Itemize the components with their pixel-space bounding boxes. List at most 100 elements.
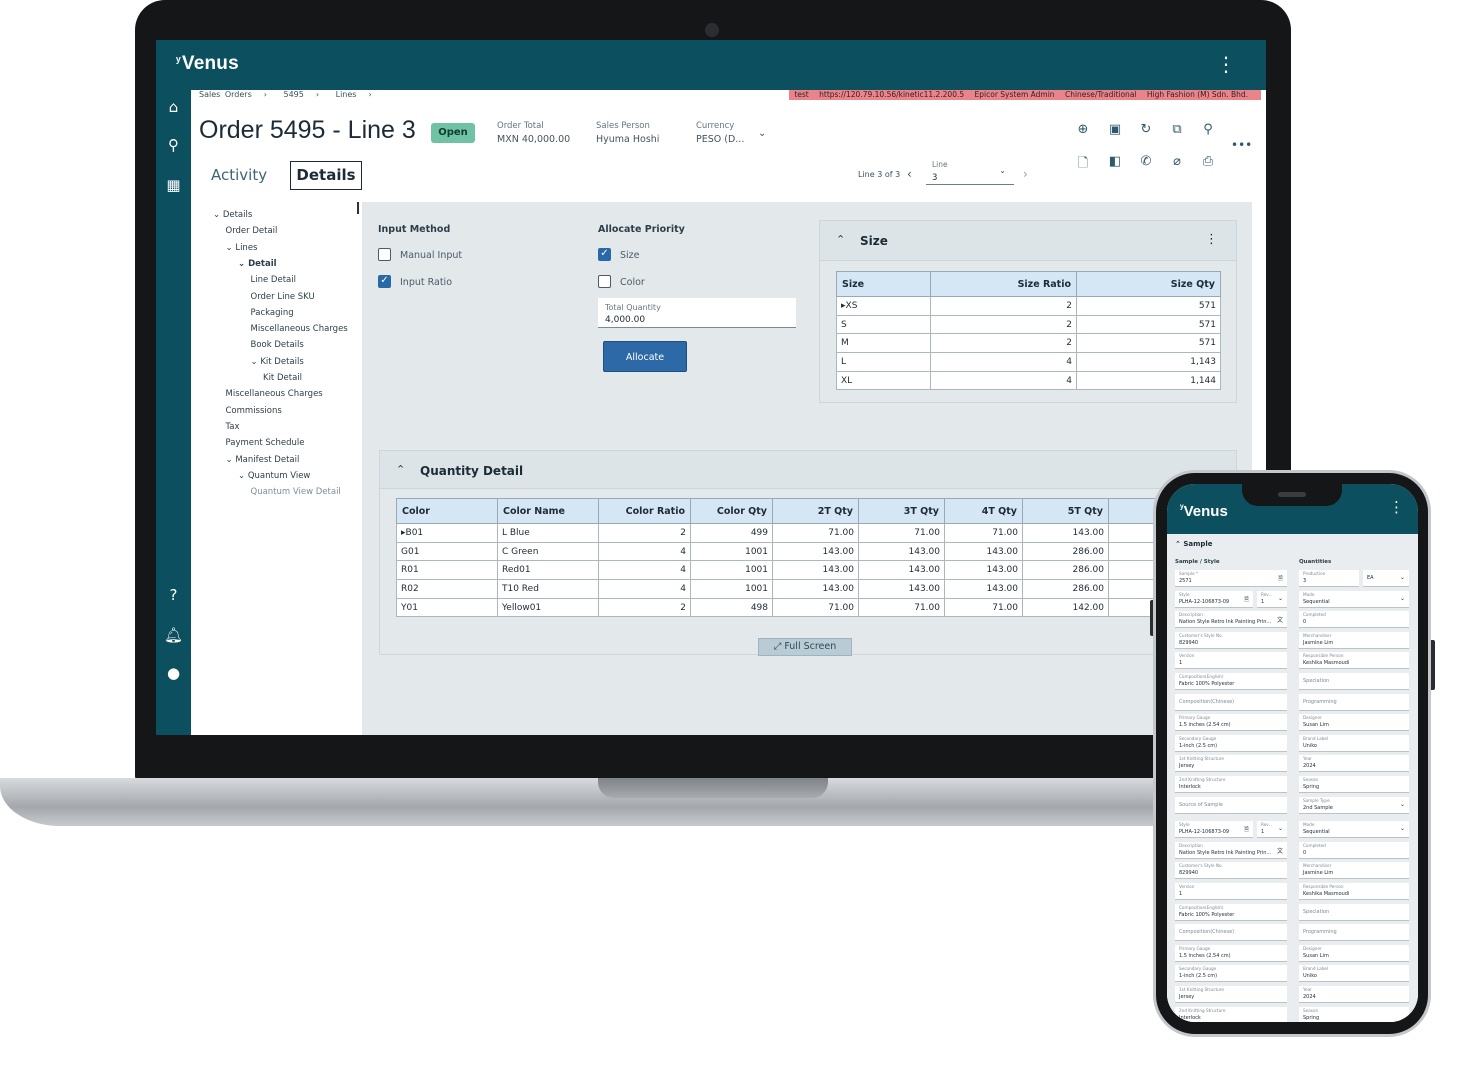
quantity-field[interactable]: Responsible Person Keshika Masmoudi — [1299, 652, 1409, 670]
quantity-field[interactable]: Programming — [1299, 693, 1409, 711]
sample-field[interactable]: Source of Sample — [1175, 796, 1287, 814]
table-row[interactable]: R01 Red01 4 1001 143.00 143.00 143.00 286.00 — [396, 560, 1239, 581]
column-header[interactable]: Size Ratio — [930, 271, 1077, 297]
tree-node[interactable]: Kit Detail — [263, 373, 302, 383]
new-document-icon[interactable]: 🗋 — [1074, 154, 1092, 176]
table-cell[interactable]: 286.00 — [1022, 579, 1109, 599]
tree-node[interactable]: ⌄ Manifest Detail — [226, 455, 300, 465]
quantity-field[interactable]: Sample Type 2nd Sample ⌄ — [1299, 796, 1409, 814]
table-cell[interactable]: 571 — [1076, 296, 1221, 316]
more-horizontal-icon[interactable]: ••• — [1231, 138, 1252, 152]
table-cell[interactable]: 71.00 — [858, 597, 945, 618]
sample-field[interactable]: 1st Knitting Structure Jersey — [1175, 986, 1287, 1003]
field-icon[interactable]: ⌄ — [1400, 595, 1405, 602]
field-icon[interactable]: 🗎 — [1278, 574, 1283, 584]
tree-node[interactable]: Packaging — [251, 308, 294, 318]
tree-node[interactable]: Commissions — [226, 406, 282, 416]
table-cell[interactable]: 143.00 — [944, 541, 1023, 562]
quantity-field[interactable]: Brand Label Uniko — [1299, 734, 1409, 752]
sample-field[interactable]: 2nd Knitting Structure Interlock — [1175, 776, 1287, 793]
column-header[interactable]: Size Qty — [1076, 271, 1221, 297]
allocate-button[interactable]: Allocate — [603, 341, 687, 372]
tree-node[interactable]: Order Line SKU — [251, 292, 315, 302]
quantity-field[interactable]: Brand Label Uniko — [1299, 965, 1409, 983]
quantity-field[interactable]: Designer Susan Lim — [1299, 714, 1409, 732]
table-cell[interactable]: XL — [836, 370, 931, 391]
refresh-icon[interactable]: ↻ — [1137, 122, 1155, 137]
more-vertical-icon[interactable]: ⋮ — [1389, 500, 1404, 515]
venus-logo[interactable]: ʸVenus — [176, 53, 239, 75]
sample-field[interactable]: Description Nation Style Retro Ink Painti… — [1175, 611, 1287, 629]
table-cell[interactable]: Red01 — [497, 560, 599, 581]
sample-field[interactable]: Style PLHA-12-106873-09 🗎 — [1175, 821, 1253, 839]
table-cell[interactable]: 1001 — [690, 560, 773, 581]
quantity-field[interactable]: Completed 0 — [1299, 841, 1409, 859]
table-cell[interactable]: 4 — [598, 579, 691, 599]
home-icon[interactable]: ⌂ — [156, 98, 191, 116]
table-cell[interactable]: 2 — [930, 296, 1077, 316]
table-cell[interactable]: 286.00 — [1022, 560, 1109, 581]
table-cell[interactable]: Yellow01 — [497, 597, 599, 618]
sample-field[interactable]: 2nd Knitting Structure Interlock — [1175, 1006, 1287, 1022]
quantity-field[interactable]: Programming — [1299, 924, 1409, 942]
quantity-field[interactable]: Mode Sequential ⌄ — [1299, 821, 1409, 839]
table-cell[interactable]: G01 — [396, 541, 498, 562]
sample-field[interactable]: Version 1 — [1175, 883, 1287, 900]
sample-field[interactable]: Secondary Gauge 1-inch (2.5 cm) — [1175, 734, 1287, 752]
table-cell[interactable]: ▸XS — [836, 296, 931, 316]
quantity-field[interactable]: Merchandiser Jasmine Lim — [1299, 631, 1409, 649]
table-row[interactable]: XL 4 1,144 — [836, 370, 1221, 391]
sample-field[interactable]: Sample * 2571 🗎 — [1175, 570, 1287, 587]
table-row[interactable]: ▸B01 L Blue 2 499 71.00 71.00 71.00 143.00 — [396, 523, 1239, 543]
chevron-left-icon[interactable]: ‹ — [907, 167, 912, 181]
tree-node[interactable]: ⌄ Detail — [238, 259, 277, 269]
table-cell[interactable]: 499 — [690, 523, 773, 543]
breadcrumb-item[interactable]: Sales Orders — [199, 90, 252, 99]
unit-field[interactable]: EA ⌄ — [1363, 570, 1409, 587]
table-cell[interactable]: 4 — [930, 370, 1077, 391]
chevron-down-icon[interactable]: ⌄ — [758, 128, 766, 139]
table-cell[interactable]: 71.00 — [772, 597, 859, 618]
sample-field[interactable]: Description Nation Style Retro Ink Painti… — [1175, 841, 1287, 859]
help-icon[interactable]: ? — [156, 586, 191, 604]
save-icon[interactable]: ▣ — [1106, 122, 1124, 137]
table-cell[interactable]: 142.00 — [1022, 597, 1109, 618]
table-row[interactable]: S 2 571 — [836, 314, 1221, 335]
table-cell[interactable]: 1,144 — [1076, 370, 1221, 391]
table-row[interactable]: ▸XS 2 571 — [836, 296, 1221, 316]
table-cell[interactable]: L Blue — [497, 523, 599, 543]
table-cell[interactable]: 498 — [690, 597, 773, 618]
table-cell[interactable]: 1001 — [690, 541, 773, 562]
sample-section-header[interactable]: ⌃ Sample — [1175, 540, 1213, 548]
table-cell[interactable]: 143.00 — [1022, 523, 1109, 543]
tree-node[interactable]: Order Detail — [226, 226, 278, 236]
size-checkbox[interactable]: ✓ — [598, 248, 611, 261]
table-cell[interactable]: 2 — [930, 333, 1077, 354]
tree-node[interactable]: ⌄ Details — [213, 210, 252, 220]
column-header[interactable]: Color Qty — [690, 498, 773, 524]
chevron-up-icon[interactable]: ⌃ — [396, 463, 405, 476]
sample-field[interactable]: Composition(Chinese) — [1175, 693, 1287, 711]
table-cell[interactable]: 4 — [930, 352, 1077, 372]
column-header[interactable]: 5T Qty — [1022, 498, 1109, 524]
sample-field[interactable]: 1st Knitting Structure Jersey — [1175, 755, 1287, 773]
bell-icon[interactable]: 🔔︎ — [156, 626, 191, 644]
table-cell[interactable]: 571 — [1076, 333, 1221, 354]
table-cell[interactable]: Y01 — [396, 597, 498, 618]
input-ratio-checkbox[interactable]: ✓ — [378, 275, 391, 288]
sample-field[interactable]: Version 1 — [1175, 652, 1287, 670]
column-header[interactable]: 3T Qty — [858, 498, 945, 524]
color-checkbox[interactable] — [598, 275, 611, 288]
breadcrumb-item[interactable]: 5495 — [284, 90, 304, 99]
table-cell[interactable]: 1001 — [690, 579, 773, 599]
field-icon[interactable]: 🗎 — [1244, 595, 1249, 605]
tab-details[interactable]: Details — [290, 161, 362, 190]
column-header[interactable]: 4T Qty — [944, 498, 1023, 524]
total-quantity-field[interactable]: Total Quantity 4,000.00 — [598, 298, 796, 328]
table-cell[interactable]: 143.00 — [858, 560, 945, 581]
table-cell[interactable]: L — [836, 352, 931, 372]
table-cell[interactable]: 143.00 — [858, 541, 945, 562]
field-icon[interactable]: ⌄ — [1400, 825, 1405, 832]
table-cell[interactable]: 71.00 — [944, 597, 1023, 618]
table-cell[interactable]: 143.00 — [772, 560, 859, 581]
